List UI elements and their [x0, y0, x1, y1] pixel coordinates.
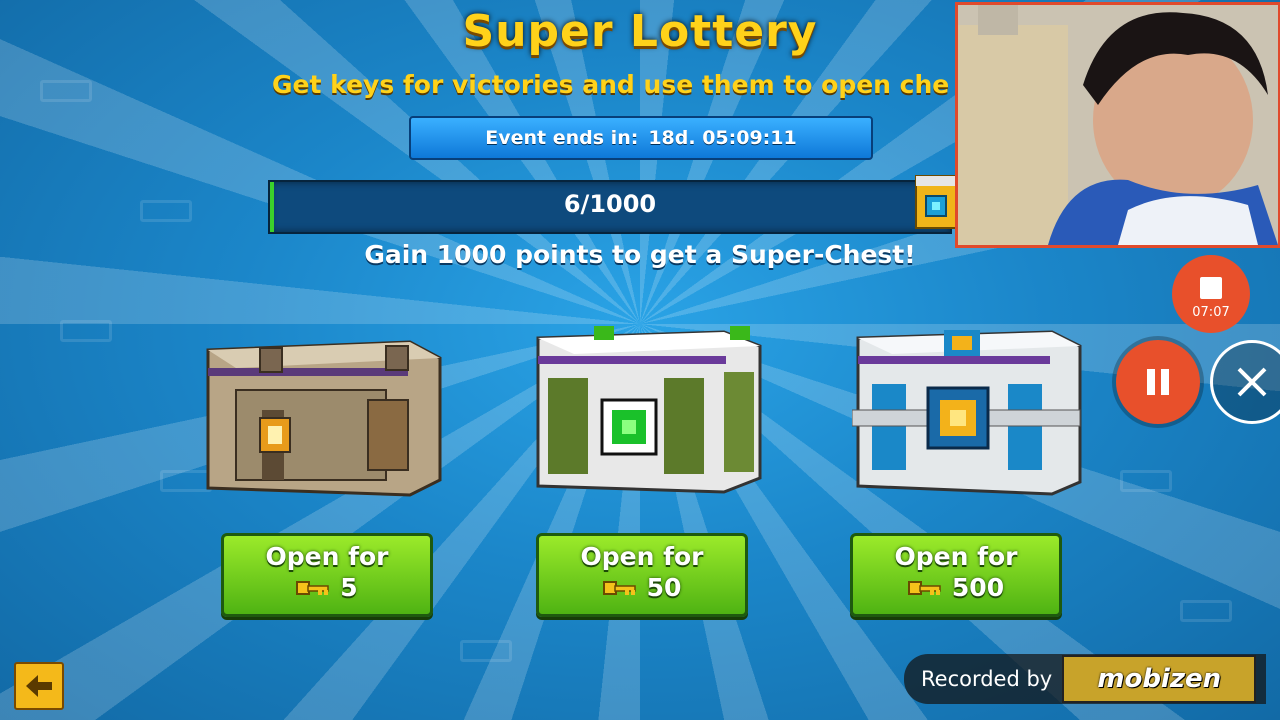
open-brown-chest-button[interactable]: Open for 5 [221, 533, 433, 617]
stop-icon [1200, 277, 1222, 299]
open-green-chest-button[interactable]: Open for 50 [536, 533, 748, 617]
recorder-watermark: Recorded by mobizen [904, 654, 1266, 704]
record-pause-button[interactable] [1116, 340, 1200, 424]
gun-pattern [1120, 470, 1172, 492]
record-stop-button[interactable]: 07:07 [1172, 255, 1250, 333]
event-timer-banner: Event ends in: 18d. 05:09:11 [409, 116, 873, 160]
button-label: Open for [580, 542, 704, 571]
cost-value: 5 [340, 573, 358, 602]
event-time: 18d. 05:09:11 [648, 127, 797, 149]
back-arrow-icon [26, 675, 52, 697]
pause-icon [1147, 369, 1169, 395]
gun-pattern [60, 320, 112, 342]
back-button[interactable] [14, 662, 64, 710]
webcam-overlay [955, 2, 1280, 248]
recorded-by-text: Recorded by [921, 667, 1053, 691]
brown-chest-icon[interactable] [200, 330, 446, 500]
open-blue-chest-button[interactable]: Open for 500 [850, 533, 1062, 617]
progress-text: 6/1000 [563, 190, 657, 218]
brand-logo: mobizen [1062, 655, 1257, 703]
key-icon [907, 580, 941, 595]
key-icon [602, 580, 636, 595]
webcam-person-image [958, 5, 1278, 245]
subtitle: Get keys for victories and use them to o… [272, 70, 950, 99]
event-label: Event ends in: [485, 127, 639, 149]
gun-pattern [460, 640, 512, 662]
points-progress-bar: 6/1000 [268, 180, 952, 234]
green-chest-icon[interactable] [534, 322, 764, 497]
button-label: Open for [265, 542, 389, 571]
cost-value: 50 [646, 573, 682, 602]
blue-chest-icon[interactable] [852, 322, 1084, 497]
cost-value: 500 [951, 573, 1005, 602]
gun-pattern [140, 200, 192, 222]
gun-pattern [40, 80, 92, 102]
super-chest-icon[interactable] [912, 170, 960, 234]
button-label: Open for [894, 542, 1018, 571]
gun-pattern [1180, 600, 1232, 622]
key-icon [296, 580, 330, 595]
record-timer: 07:07 [1192, 305, 1230, 320]
close-icon [1237, 367, 1267, 397]
